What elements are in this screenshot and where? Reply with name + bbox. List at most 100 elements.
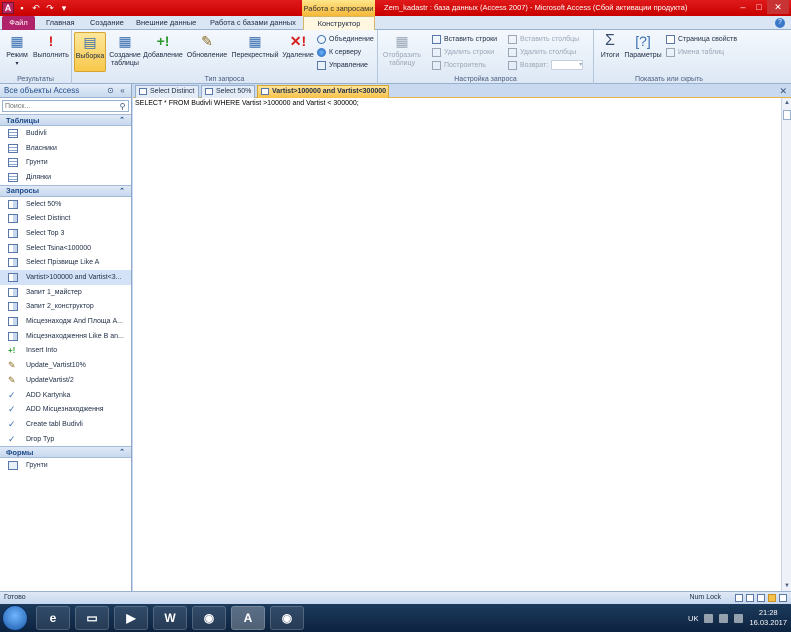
- totals-button[interactable]: Σ Итоги: [596, 32, 624, 72]
- doc-tab-select-distinct[interactable]: Select Distinct: [135, 85, 199, 98]
- union-button[interactable]: Объединение: [317, 33, 374, 45]
- pivot-table-icon[interactable]: [746, 594, 754, 602]
- access-logo-icon[interactable]: A: [2, 2, 14, 14]
- close-document-icon[interactable]: ✕: [779, 86, 787, 97]
- data-definition-button[interactable]: Управление: [317, 59, 368, 71]
- search-icon[interactable]: ⚲: [117, 101, 128, 111]
- save-icon[interactable]: ▪: [16, 2, 28, 14]
- nav-table-item[interactable]: Грунти: [0, 155, 131, 170]
- run-button[interactable]: ! Выполнить: [32, 32, 70, 72]
- nav-query-item[interactable]: Select 50%: [0, 197, 131, 212]
- update-button[interactable]: ✎ Обновление: [184, 32, 230, 72]
- volume-icon[interactable]: [734, 613, 744, 623]
- nav-query-item[interactable]: ✓ ADD Місцезнаходження: [0, 402, 131, 417]
- status-text: Готово: [4, 594, 26, 601]
- property-sheet-button[interactable]: Страница свойств: [666, 33, 737, 45]
- tab-database-tools[interactable]: Работа с базами данных: [204, 16, 302, 30]
- nav-section-forms[interactable]: Формы ⌃: [0, 446, 131, 459]
- insert-rows-label: Вставить строки: [444, 35, 498, 43]
- doc-tab-select-50[interactable]: Select 50%: [201, 85, 255, 98]
- pass-through-button[interactable]: К серверу: [317, 46, 361, 58]
- close-button[interactable]: ✕: [767, 0, 789, 14]
- insert-rows-button[interactable]: Вставить строки: [432, 33, 497, 45]
- nav-item-label: Select Прізвище Like A: [26, 259, 100, 267]
- scroll-down-icon[interactable]: ▼: [782, 581, 791, 591]
- network-icon[interactable]: [719, 613, 729, 623]
- datasheet-view-icon[interactable]: [735, 594, 743, 602]
- maximize-button[interactable]: □: [751, 0, 767, 14]
- file-explorer-icon[interactable]: ▭: [75, 606, 109, 630]
- nav-table-item[interactable]: Budivli: [0, 126, 131, 141]
- nav-query-item[interactable]: Місцезнаходж And Площа A...: [0, 314, 131, 329]
- return-field[interactable]: Возврат: ▾: [508, 59, 584, 71]
- sql-view-icon[interactable]: [768, 594, 776, 602]
- nav-query-item[interactable]: Select Top 3: [0, 226, 131, 241]
- nav-query-item[interactable]: ✓ Create tabl Budivli: [0, 417, 131, 432]
- tray-flag-icon[interactable]: [704, 613, 714, 623]
- nav-query-item[interactable]: Запит 2_конструктор: [0, 300, 131, 315]
- nav-query-item[interactable]: ✓ ADD Kartynka: [0, 388, 131, 403]
- nav-table-item[interactable]: Власники: [0, 141, 131, 156]
- return-dropdown[interactable]: ▾: [551, 60, 584, 70]
- select-query-button[interactable]: ▤ Выборка: [74, 32, 106, 72]
- chrome-icon[interactable]: ◉: [192, 606, 226, 630]
- nav-query-item[interactable]: ✎ Update_Vartist10%: [0, 358, 131, 373]
- clock[interactable]: 21:28 16.03.2017: [749, 608, 787, 628]
- tab-file[interactable]: Файл: [2, 16, 35, 30]
- make-table-button[interactable]: ▦ Создание таблицы: [108, 32, 142, 72]
- chrome-icon[interactable]: ◉: [270, 606, 304, 630]
- nav-query-item[interactable]: Select Прізвище Like A: [0, 256, 131, 271]
- nav-section-queries[interactable]: Запросы ⌃: [0, 184, 131, 197]
- undo-icon[interactable]: ↶: [30, 2, 42, 14]
- help-icon[interactable]: ?: [775, 18, 785, 28]
- table-names-button[interactable]: Имена таблиц: [666, 46, 724, 58]
- language-indicator[interactable]: UK: [688, 614, 698, 623]
- show-table-button[interactable]: ▦ Отобразить таблицу: [382, 32, 422, 72]
- tab-create[interactable]: Создание: [84, 16, 130, 30]
- parameters-button[interactable]: [?] Параметры: [624, 32, 662, 72]
- view-button[interactable]: ▦ Режим ▾: [2, 32, 32, 72]
- nav-menu-chevron-icon[interactable]: ⊙: [106, 86, 115, 95]
- nav-query-item-selected[interactable]: Vartist>100000 and Vartist<3...: [0, 270, 131, 285]
- nav-form-item[interactable]: Грунти: [0, 458, 131, 473]
- minimize-button[interactable]: –: [735, 0, 751, 14]
- nav-query-item[interactable]: Select Distinct: [0, 211, 131, 226]
- scroll-up-icon[interactable]: ▲: [782, 98, 791, 108]
- tab-external-data[interactable]: Внешние данные: [130, 16, 202, 30]
- nav-query-item[interactable]: Запит 1_майстер: [0, 285, 131, 300]
- append-button[interactable]: +! Добавление: [142, 32, 184, 72]
- vertical-scrollbar[interactable]: ▲ ▼: [781, 98, 791, 591]
- nav-section-tables[interactable]: Таблицы ⌃: [0, 114, 131, 126]
- scroll-thumb[interactable]: [783, 110, 791, 120]
- customize-qat-icon[interactable]: ▾: [58, 2, 70, 14]
- nav-query-item[interactable]: +! Insert Into: [0, 344, 131, 359]
- collapse-nav-icon[interactable]: «: [118, 86, 127, 95]
- delete-rows-button[interactable]: Удалить строки: [432, 46, 494, 58]
- select-query-icon: [8, 228, 18, 238]
- redo-icon[interactable]: ↷: [44, 2, 56, 14]
- tab-designer[interactable]: Конструктор: [303, 16, 375, 31]
- start-button[interactable]: [2, 605, 28, 631]
- nav-query-item[interactable]: Місцезнаходження Like B an...: [0, 329, 131, 344]
- design-view-icon[interactable]: [779, 594, 787, 602]
- builder-button[interactable]: Построитель: [432, 59, 486, 71]
- parameters-icon: [?]: [635, 33, 651, 49]
- doc-tab-vartist-active[interactable]: Vartist>100000 and Vartist<300000: [257, 85, 389, 98]
- word-icon[interactable]: W: [153, 606, 187, 630]
- insert-columns-button[interactable]: Вставить столбцы: [508, 33, 579, 45]
- nav-query-item[interactable]: Select Tsina<100000: [0, 241, 131, 256]
- tab-home[interactable]: Главная: [40, 16, 81, 30]
- nav-query-item[interactable]: ✎ UpdateVartist/2: [0, 373, 131, 388]
- nav-header[interactable]: Все объекты Access ⊙ «: [0, 84, 131, 98]
- delete-query-button[interactable]: ✕! Удаление: [280, 32, 316, 72]
- access-icon[interactable]: A: [231, 606, 265, 630]
- internet-explorer-icon[interactable]: e: [36, 606, 70, 630]
- nav-query-item[interactable]: ✓ Drop Typ: [0, 432, 131, 447]
- delete-columns-button[interactable]: Удалить столбцы: [508, 46, 576, 58]
- sql-editor-text[interactable]: SELECT * FROM Budivli WHERE Vartist >100…: [135, 100, 359, 107]
- crosstab-button[interactable]: ▦ Перекрестный: [230, 32, 280, 72]
- pivot-chart-icon[interactable]: [757, 594, 765, 602]
- nav-table-item[interactable]: Ділянки: [0, 170, 131, 185]
- media-player-icon[interactable]: ▶: [114, 606, 148, 630]
- nav-search-input[interactable]: [3, 101, 117, 111]
